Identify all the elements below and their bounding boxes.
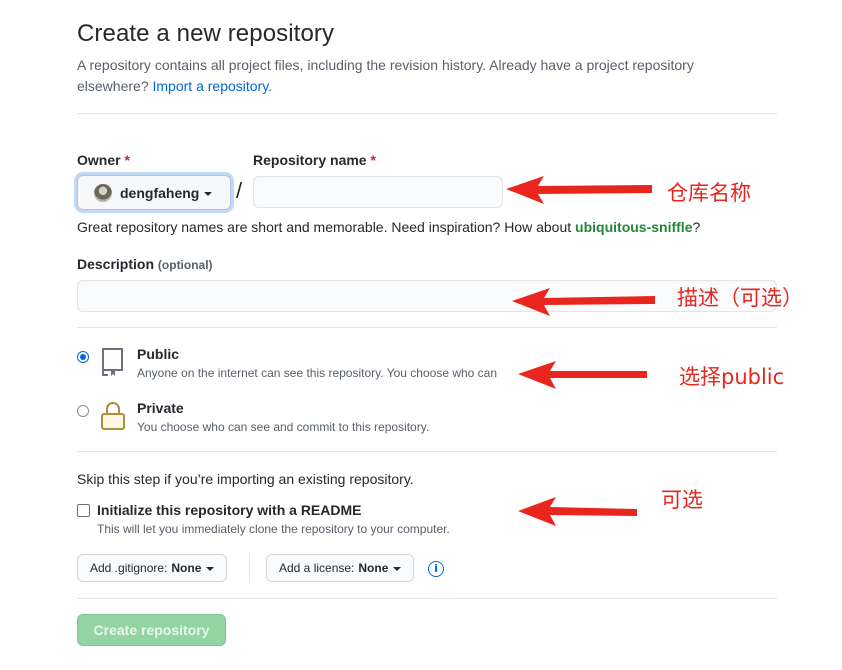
annotation-description: 描述（可选） <box>677 286 803 310</box>
annotation-arrow-description <box>512 288 655 316</box>
annotation-arrow-repo-name <box>506 176 652 204</box>
annotation-arrows <box>506 176 655 526</box>
annotation-arrow-public <box>518 361 647 389</box>
annotation-repo-name: 仓库名称 <box>667 181 751 205</box>
annotation-arrow-readme <box>518 497 637 526</box>
annotation-readme: 可选 <box>661 488 703 512</box>
annotation-public: 选择public <box>679 365 785 389</box>
